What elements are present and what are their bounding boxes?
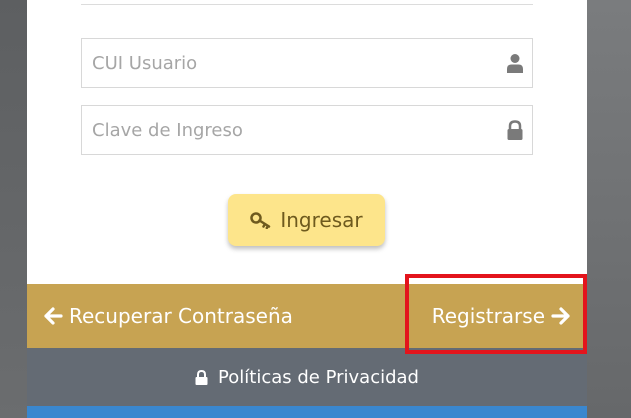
login-card: Ingresar Recuperar Contraseña Registrars… — [27, 0, 587, 418]
register-label: Registrarse — [431, 304, 545, 328]
lock-icon — [195, 369, 208, 385]
login-button[interactable]: Ingresar — [228, 194, 385, 246]
account-links-bar: Recuperar Contraseña Registrarse — [27, 284, 587, 348]
divider — [81, 4, 533, 5]
bottom-bar — [27, 406, 587, 418]
privacy-policy-label: Políticas de Privacidad — [218, 366, 419, 388]
register-link[interactable]: Registrarse — [432, 284, 571, 348]
background-left — [0, 0, 27, 418]
user-icon — [506, 53, 524, 73]
user-field — [81, 38, 533, 88]
password-input[interactable] — [82, 106, 492, 154]
recover-password-label: Recuperar Contraseña — [69, 304, 293, 328]
user-input[interactable] — [82, 39, 492, 87]
login-button-label: Ingresar — [280, 208, 363, 232]
arrow-left-icon — [44, 307, 63, 325]
password-field — [81, 105, 533, 155]
recover-password-link[interactable]: Recuperar Contraseña — [43, 284, 293, 348]
lock-icon — [506, 120, 524, 140]
key-icon — [250, 212, 271, 229]
background-right — [587, 0, 631, 418]
privacy-policy-link[interactable]: Políticas de Privacidad — [27, 348, 587, 406]
arrow-right-icon — [551, 307, 570, 325]
